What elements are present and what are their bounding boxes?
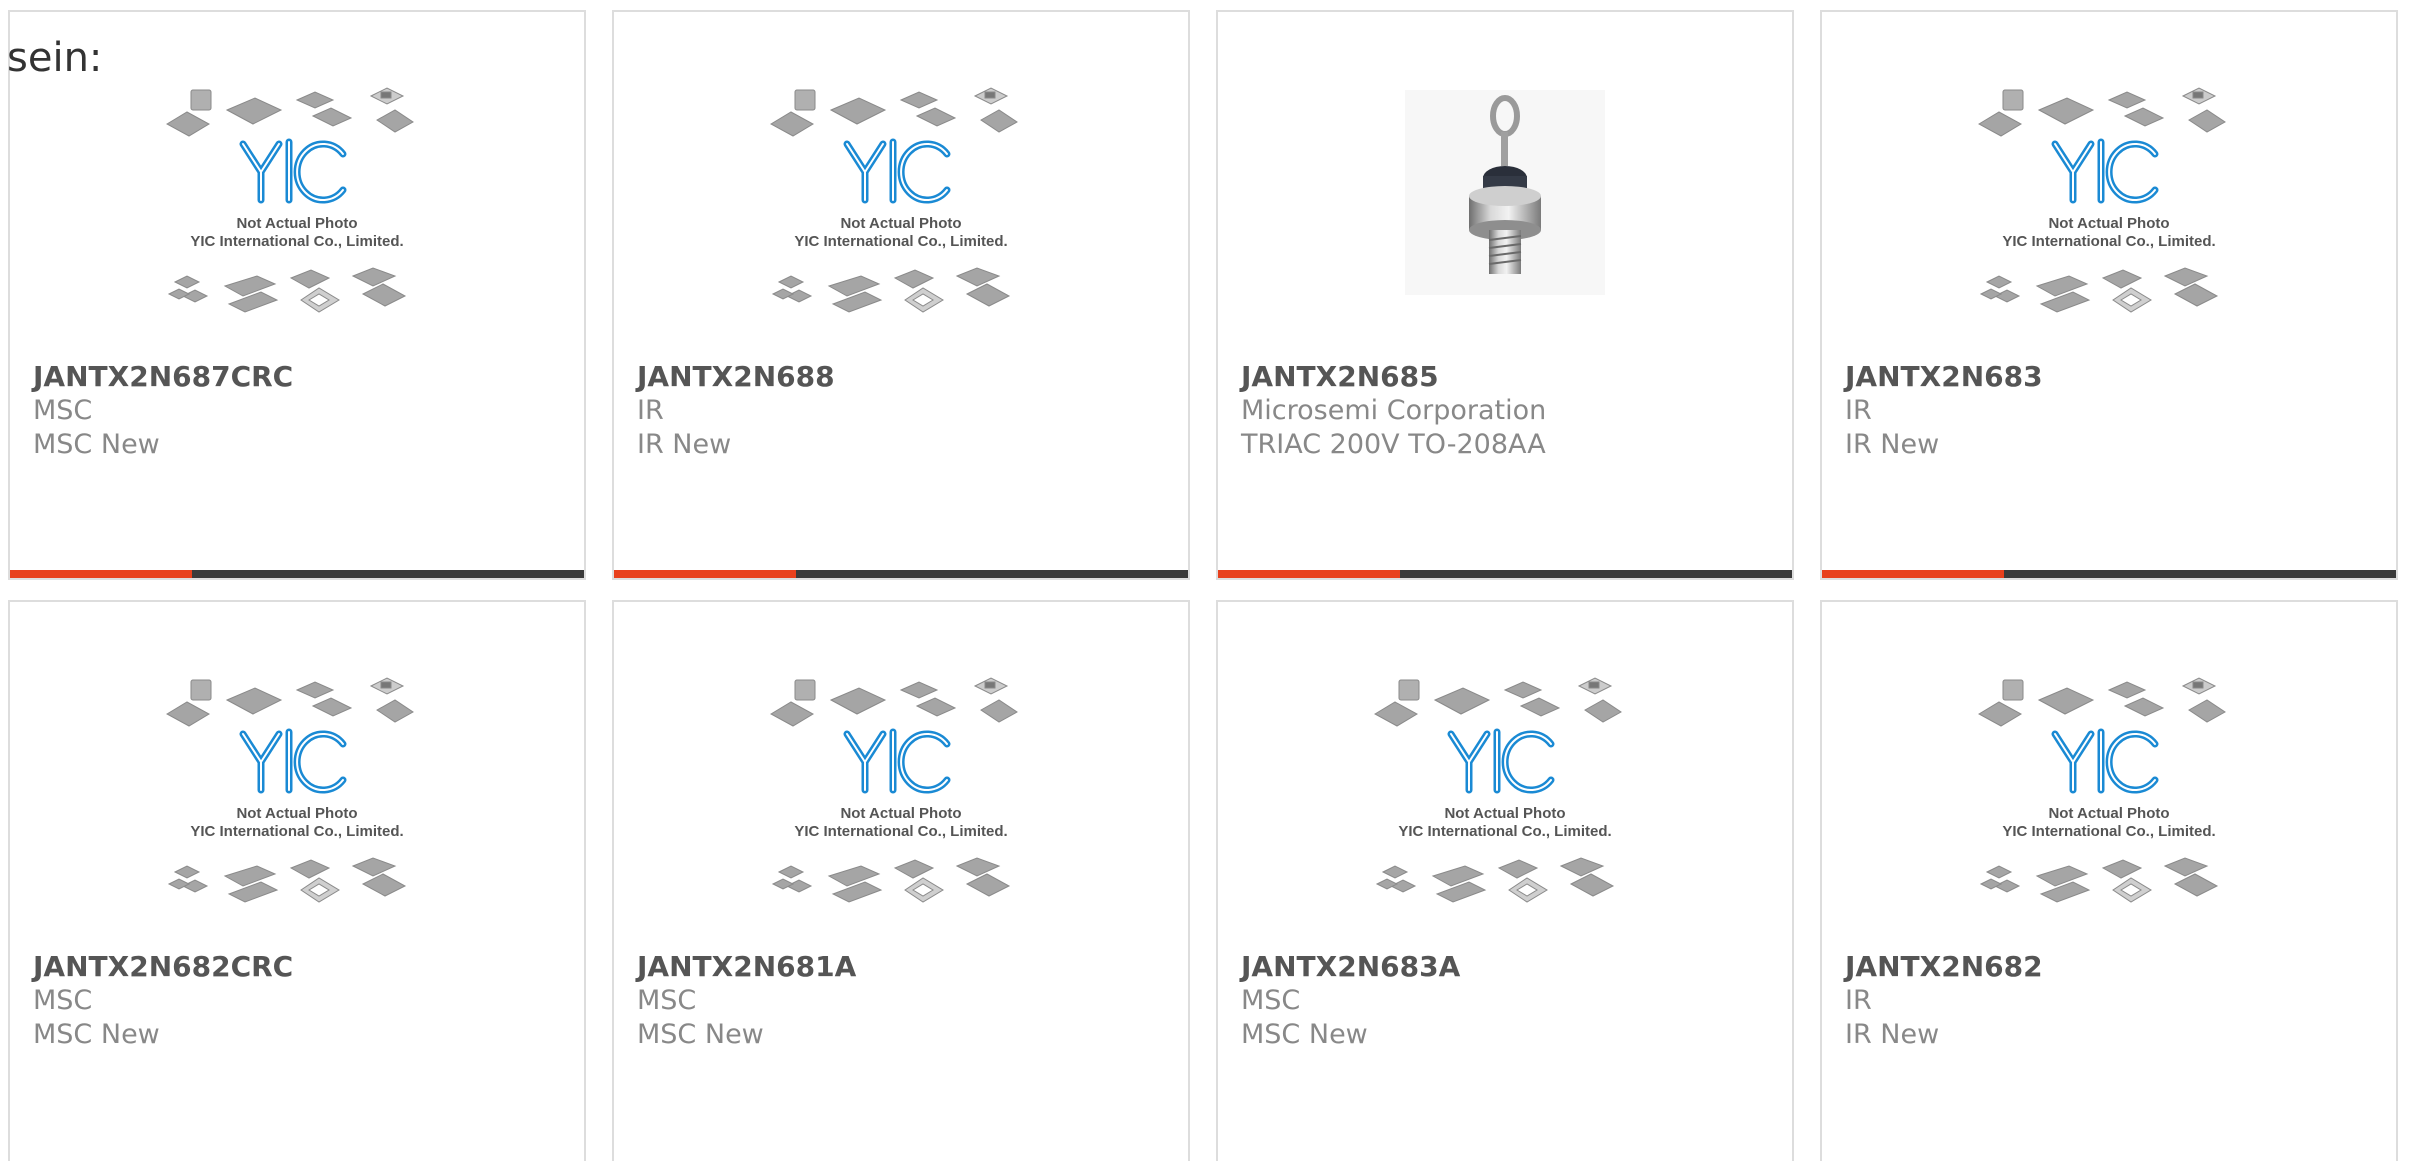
product-image[interactable]: Not Actual Photo YIC International Co., … [10,672,584,942]
product-info: JANTX2N681A MSC MSC New [637,950,1178,1052]
product-info: JANTX2N683A MSC MSC New [1241,950,1782,1052]
placeholder-caption-line1: Not Actual Photo [1444,805,1565,822]
description-label: IR New [637,429,732,460]
stud-mount-triac-image [1405,90,1605,295]
part-number-link[interactable]: JANTX2N681A [637,950,1178,984]
manufacturer-label: MSC [33,985,93,1016]
product-card[interactable]: Not Actual Photo YIC International Co., … [612,600,1190,1161]
product-info: JANTX2N682 IR IR New [1845,950,2386,1052]
card-progress-accent [614,570,796,578]
manufacturer-label: IR [637,395,664,426]
description-label: IR New [1845,429,1940,460]
product-grid-page: sein: Not Actual Photo YIC International… [0,0,2410,1161]
part-number-link[interactable]: JANTX2N688 [637,360,1178,394]
part-number-link[interactable]: JANTX2N685 [1241,360,1782,394]
placeholder-caption-line1: Not Actual Photo [840,215,961,232]
placeholder-caption-line1: Not Actual Photo [2048,805,2169,822]
description-label: MSC New [637,1019,764,1050]
description-label: MSC New [1241,1019,1368,1050]
placeholder-caption-line2: YIC International Co., Limited. [1398,823,1611,840]
manufacturer-label: Microsemi Corporation [1241,395,1547,426]
product-image[interactable]: Not Actual Photo YIC International Co., … [614,82,1188,352]
card-progress-bar [614,570,1188,578]
placeholder-caption-line2: YIC International Co., Limited. [794,823,1007,840]
part-number-link[interactable]: JANTX2N682CRC [33,950,574,984]
product-image[interactable]: Not Actual Photo YIC International Co., … [1822,82,2396,352]
product-card[interactable]: Not Actual Photo YIC International Co., … [612,10,1190,580]
placeholder-caption-line2: YIC International Co., Limited. [190,823,403,840]
product-image[interactable]: Not Actual Photo YIC International Co., … [1218,672,1792,942]
placeholder-caption-line1: Not Actual Photo [236,805,357,822]
not-actual-photo-image: Not Actual Photo YIC International Co., … [769,87,1018,313]
card-progress-accent [1218,570,1400,578]
part-number-link[interactable]: JANTX2N683A [1241,950,1782,984]
manufacturer-label: MSC [637,985,697,1016]
manufacturer-label: IR [1845,395,1872,426]
product-info: JANTX2N685 Microsemi Corporation TRIAC 200… [1241,360,1782,462]
product-info: JANTX2N688 IR IR New [637,360,1178,462]
product-image[interactable] [1218,90,1792,360]
product-card[interactable]: Not Actual Photo YIC International Co., … [1216,600,1794,1161]
description-label: IR New [1845,1019,1940,1050]
manufacturer-label: MSC [1241,985,1301,1016]
product-info: JANTX2N687CRC MSC MSC New [33,360,574,462]
product-card[interactable]: Not Actual Photo YIC International Co., … [8,600,586,1161]
placeholder-caption-line1: Not Actual Photo [236,215,357,232]
not-actual-photo-image: Not Actual Photo YIC International Co., … [1977,87,2226,313]
placeholder-caption-line1: Not Actual Photo [840,805,961,822]
part-number-link[interactable]: JANTX2N683 [1845,360,2386,394]
product-info: JANTX2N683 IR IR New [1845,360,2386,462]
not-actual-photo-image: Not Actual Photo YIC International Co., … [1977,677,2226,903]
card-progress-accent [10,570,192,578]
not-actual-photo-image: Not Actual Photo YIC International Co., … [165,87,414,313]
product-card[interactable]: Not Actual Photo YIC International Co., … [1820,600,2398,1161]
card-progress-bar [10,570,584,578]
lead-text: sein: [7,35,103,81]
placeholder-caption-line2: YIC International Co., Limited. [2002,823,2215,840]
product-card[interactable]: JANTX2N685 Microsemi Corporation TRIAC 200… [1216,10,1794,580]
manufacturer-label: MSC [33,395,93,426]
placeholder-caption-line1: Not Actual Photo [2048,215,2169,232]
not-actual-photo-image: Not Actual Photo YIC International Co., … [769,677,1018,903]
product-image[interactable]: Not Actual Photo YIC International Co., … [10,82,584,352]
description-label: MSC New [33,429,160,460]
product-info: JANTX2N682CRC MSC MSC New [33,950,574,1052]
product-image[interactable]: Not Actual Photo YIC International Co., … [1822,672,2396,942]
description-label: TRIAC 200V TO-208AA [1241,429,1546,460]
not-actual-photo-image: Not Actual Photo YIC International Co., … [1373,677,1622,903]
card-progress-accent [1822,570,2004,578]
part-number-link[interactable]: JANTX2N682 [1845,950,2386,984]
card-progress-bar [1822,570,2396,578]
part-number-link[interactable]: JANTX2N687CRC [33,360,574,394]
card-progress-bar [1218,570,1792,578]
description-label: MSC New [33,1019,160,1050]
product-image[interactable]: Not Actual Photo YIC International Co., … [614,672,1188,942]
product-card[interactable]: Not Actual Photo YIC International Co., … [8,10,586,580]
manufacturer-label: IR [1845,985,1872,1016]
placeholder-caption-line2: YIC International Co., Limited. [794,233,1007,250]
placeholder-caption-line2: YIC International Co., Limited. [2002,233,2215,250]
placeholder-caption-line2: YIC International Co., Limited. [190,233,403,250]
product-card[interactable]: Not Actual Photo YIC International Co., … [1820,10,2398,580]
not-actual-photo-image: Not Actual Photo YIC International Co., … [165,677,414,903]
